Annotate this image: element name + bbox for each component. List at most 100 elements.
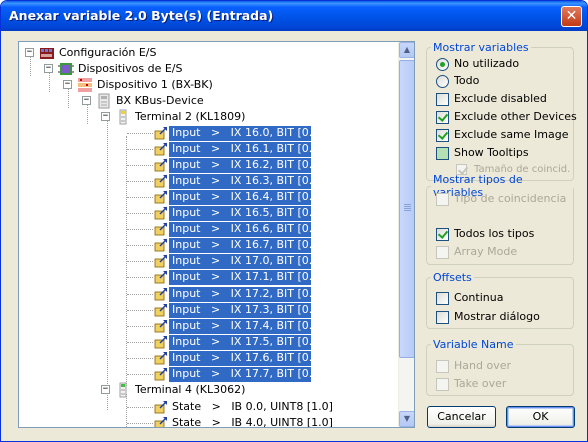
option-label: Todos los tipos (454, 227, 535, 240)
option-label: Show Tooltips (454, 146, 529, 159)
checkbox-icon[interactable] (436, 311, 449, 324)
checkbox-disabled-icon (436, 360, 449, 373)
collapse-icon[interactable]: − (82, 96, 91, 105)
node-label: Terminal 2 (KL1809) (135, 110, 246, 123)
window-title: Anexar variable 2.0 Byte(s) (Entrada) (9, 8, 274, 23)
variable-label: Input > IX 16.1, BIT [0.1] (169, 142, 324, 158)
node-label: Terminal 4 (KL3062) (135, 383, 246, 396)
tree-connector (127, 373, 153, 375)
tree-connector (127, 213, 153, 215)
tree-connector (127, 245, 153, 247)
variable-label: Input > IX 16.5, BIT [0.1] (169, 206, 324, 222)
group-legend: Offsets (433, 271, 472, 284)
tree-connector (127, 133, 153, 134)
variable-label: State > IB 0.0, UINT8 [1.0] (172, 400, 333, 413)
option-label: Tipo de coincidencia (454, 192, 567, 205)
terminal-icon (119, 109, 127, 125)
variable-label: State > IB 4.0, UINT8 [1.0] (172, 416, 333, 428)
variable-label: Input > IX 16.6, BIT [0.1] (169, 222, 324, 238)
node-label: BX KBus-Device (116, 94, 204, 107)
collapse-icon[interactable]: − (25, 48, 34, 57)
variable-label: Input > IX 16.3, BIT [0.1] (169, 174, 324, 190)
option-label: Exclude same Image (454, 128, 569, 141)
input-variable-icon (154, 206, 168, 220)
collapse-icon[interactable]: − (101, 385, 110, 394)
tree-connector (127, 407, 153, 408)
title-bar[interactable]: Anexar variable 2.0 Byte(s) (Entrada) ✕ (1, 1, 587, 31)
radio-selected-icon[interactable] (436, 58, 449, 71)
node-label: Dispositivo 1 (BX-BK) (97, 78, 213, 91)
tree-connector (127, 261, 153, 263)
tree-connector (107, 120, 108, 410)
collapse-icon[interactable]: − (101, 112, 110, 121)
variable-label: Input > IX 16.7, BIT [0.1] (169, 238, 324, 254)
tree-connector (30, 56, 31, 76)
input-variable-icon (154, 351, 168, 365)
option-label: Hand over (454, 359, 511, 372)
input-variable-icon (154, 254, 168, 268)
variable-label: Input > IX 17.4, BIT [0.1] (169, 318, 324, 334)
tree-connector (127, 293, 153, 295)
tree-connector (68, 88, 69, 108)
input-variable-icon (154, 190, 168, 204)
input-variable-icon (154, 142, 168, 156)
devices-icon (58, 63, 74, 75)
input-variable-icon (154, 335, 168, 349)
variable-label: Input > IX 16.4, BIT [0.1] (169, 190, 324, 206)
scroll-thumb[interactable] (399, 60, 414, 358)
checkbox-disabled-icon (436, 246, 449, 259)
group-legend: Variable Name (433, 338, 514, 351)
tree-content: − Configuración E/S − Dispositivos de E/… (19, 42, 399, 427)
checkbox-disabled-icon (436, 193, 449, 206)
checkbox-checked-icon[interactable] (436, 228, 449, 241)
option-label: Mostrar diálogo (454, 310, 540, 323)
tree-connector (127, 181, 153, 183)
input-variable-icon (154, 238, 168, 252)
checkbox-checked-icon[interactable] (436, 111, 449, 124)
tree-connector (87, 104, 88, 124)
collapse-icon[interactable]: − (63, 80, 72, 89)
checkbox-icon[interactable] (436, 93, 449, 106)
scroll-up-button[interactable]: ▲ (399, 42, 414, 58)
input-variable-icon (154, 158, 168, 172)
tree-connector (127, 357, 153, 359)
option-label: Continua (454, 291, 504, 304)
tree-connector (127, 149, 153, 151)
tree-connector (49, 72, 50, 92)
dialog-window: Anexar variable 2.0 Byte(s) (Entrada) ✕ … (0, 0, 588, 442)
node-label: Dispositivos de E/S (78, 62, 183, 75)
checkbox-disabled-icon (436, 378, 449, 391)
tree-connector (127, 325, 153, 327)
checkbox-icon[interactable] (436, 292, 449, 305)
input-variable-icon (154, 416, 168, 427)
scroll-down-button[interactable]: ▼ (399, 411, 414, 427)
checkbox-checked-icon[interactable] (436, 129, 449, 142)
variable-label: Input > IX 17.5, BIT [0.1] (169, 334, 324, 350)
bx-device-icon (78, 78, 92, 92)
input-variable-icon (154, 222, 168, 236)
config-icon (40, 48, 54, 59)
tree-connector (127, 229, 153, 231)
variable-label: Input > IX 17.1, BIT [0.1] (169, 270, 324, 286)
cancel-button[interactable]: Cancelar (427, 406, 496, 428)
kbus-icon (98, 93, 110, 109)
variable-label: Input > IX 17.6, BIT [0.1] (169, 350, 324, 366)
option-label: Exclude disabled (454, 92, 547, 105)
radio-icon[interactable] (436, 75, 449, 88)
tree-connector (127, 165, 153, 167)
tree-scrollbar[interactable]: ▲ ▼ (398, 42, 414, 427)
tree-connector (127, 423, 153, 424)
variable-label: Input > IX 17.3, BIT [0.1] (169, 302, 324, 318)
option-label: Array Mode (454, 245, 518, 258)
close-button[interactable]: ✕ (561, 6, 582, 27)
ok-button[interactable]: OK (506, 406, 575, 428)
option-label: No utilizado (454, 57, 520, 70)
variable-label: Input > IX 17.7, BIT [0.1] (169, 366, 324, 382)
collapse-icon[interactable]: − (44, 64, 53, 73)
input-variable-icon (154, 174, 168, 188)
checkbox-indeterminate-icon[interactable] (436, 147, 449, 160)
tree-connector (127, 197, 153, 199)
variable-label: Input > IX 16.2, BIT [0.1] (169, 158, 324, 174)
input-variable-icon (154, 400, 168, 414)
variable-tree[interactable]: − Configuración E/S − Dispositivos de E/… (18, 41, 415, 428)
